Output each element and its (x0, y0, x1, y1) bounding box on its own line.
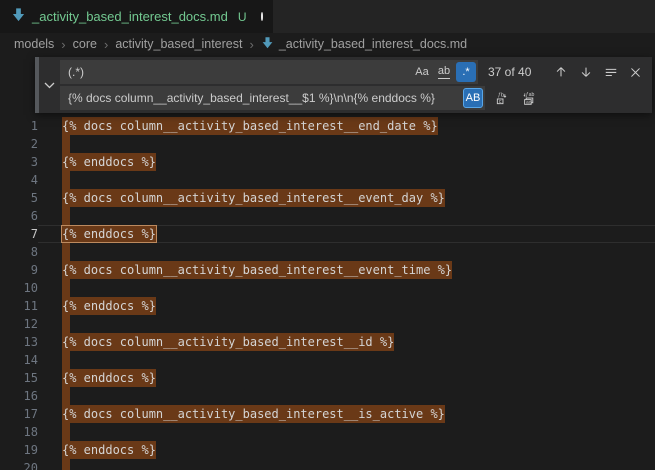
code-line[interactable]: 3 {% enddocs %} (0, 153, 655, 171)
line-number: 18 (0, 423, 38, 441)
replace-all-button[interactable]: ƒab ac (519, 88, 540, 109)
line-number: 8 (0, 243, 38, 261)
chevron-down-icon (44, 76, 55, 94)
code-line[interactable]: 12 (0, 315, 655, 333)
code-area: 1 {% docs column__activity_based_interes… (0, 55, 655, 470)
code-line[interactable]: 17 {% docs column__activity_based_intere… (0, 405, 655, 423)
line-number: 17 (0, 405, 38, 423)
breadcrumb-separator-icon: › (249, 37, 253, 52)
code-line[interactable]: 15 {% enddocs %} (0, 369, 655, 387)
line-number: 19 (0, 441, 38, 459)
find-value: (.*) (68, 65, 410, 79)
line-number: 2 (0, 135, 38, 153)
line-number: 3 (0, 153, 38, 171)
replace-row: {% docs column__activity_based_interest_… (60, 86, 646, 110)
line-number: 12 (0, 315, 38, 333)
code-line[interactable]: 8 (0, 243, 655, 261)
results-count: 37 of 40 (488, 65, 531, 79)
whole-word-toggle[interactable]: ab (434, 62, 454, 82)
code-line[interactable]: 5 {% docs column__activity_based_interes… (0, 189, 655, 207)
breadcrumb-item-core[interactable]: core (73, 37, 97, 51)
svg-text:ƒab: ƒab (526, 92, 535, 98)
code-line[interactable]: 9 {% docs column__activity_based_interes… (0, 261, 655, 279)
code-line[interactable]: 20 (0, 459, 655, 470)
replace-value: {% docs column__activity_based_interest_… (68, 91, 461, 105)
close-find-widget-button[interactable] (625, 62, 646, 83)
line-number: 13 (0, 333, 38, 351)
tab-bar: _activity_based_interest_docs.md U (0, 0, 655, 33)
find-widget: (.*) Aa ab .* 37 of 40 (35, 57, 652, 113)
markdown-file-icon (261, 36, 274, 52)
line-number: 16 (0, 387, 38, 405)
code-line[interactable]: 14 (0, 351, 655, 369)
line-number: 6 (0, 207, 38, 225)
tab-active-file[interactable]: _activity_based_interest_docs.md U (0, 0, 273, 33)
match-case-toggle[interactable]: Aa (412, 62, 432, 82)
line-number: 4 (0, 171, 38, 189)
code-line[interactable]: 2 (0, 135, 655, 153)
breadcrumb-item-file[interactable]: _activity_based_interest_docs.md (261, 36, 467, 52)
code-line[interactable]: 7 {% enddocs %} (0, 225, 655, 243)
previous-match-button[interactable] (550, 62, 571, 83)
line-number: 15 (0, 369, 38, 387)
svg-text:ac: ac (526, 99, 532, 104)
unsaved-changes-dot[interactable] (261, 12, 263, 21)
find-in-selection-button[interactable] (600, 62, 621, 83)
vscode-window: _activity_based_interest_docs.md U model… (0, 0, 655, 470)
breadcrumb-separator-icon: › (61, 37, 65, 52)
line-number: 5 (0, 189, 38, 207)
breadcrumb: models › core › activity_based_interest … (0, 33, 655, 55)
svg-text:c: c (499, 98, 502, 104)
line-number: 7 (0, 225, 38, 243)
code-line[interactable]: 1 {% docs column__activity_based_interes… (0, 117, 655, 135)
preserve-case-toggle[interactable]: AB (463, 88, 483, 108)
find-row: (.*) Aa ab .* 37 of 40 (60, 60, 646, 84)
code-line[interactable]: 4 (0, 171, 655, 189)
code-line[interactable]: 10 (0, 279, 655, 297)
breadcrumb-item-models[interactable]: models (14, 37, 54, 51)
markdown-file-icon (11, 7, 26, 27)
line-number: 20 (0, 459, 38, 470)
line-number: 10 (0, 279, 38, 297)
replace-input[interactable]: {% docs column__activity_based_interest_… (60, 86, 485, 110)
code-line[interactable]: 18 (0, 423, 655, 441)
regex-toggle[interactable]: .* (456, 62, 476, 82)
line-number: 11 (0, 297, 38, 315)
editor: 1 {% docs column__activity_based_interes… (0, 55, 655, 470)
replace-button[interactable]: ƒb c (492, 88, 513, 109)
code-line[interactable]: 19 {% enddocs %} (0, 441, 655, 459)
tab-filename: _activity_based_interest_docs.md (32, 9, 228, 24)
breadcrumb-separator-icon: › (104, 37, 108, 52)
line-number: 9 (0, 261, 38, 279)
toggle-replace-button[interactable] (39, 57, 60, 113)
line-number: 1 (0, 117, 38, 135)
breadcrumb-item-folder[interactable]: activity_based_interest (115, 37, 242, 51)
svg-text:ƒb: ƒb (498, 92, 504, 98)
code-line[interactable]: 6 (0, 207, 655, 225)
git-status-badge: U (238, 10, 247, 24)
code-line[interactable]: 13 {% docs column__activity_based_intere… (0, 333, 655, 351)
next-match-button[interactable] (575, 62, 596, 83)
line-number: 14 (0, 351, 38, 369)
code-line[interactable]: 16 (0, 387, 655, 405)
code-line[interactable]: 11 {% enddocs %} (0, 297, 655, 315)
find-input[interactable]: (.*) Aa ab .* (60, 60, 478, 84)
